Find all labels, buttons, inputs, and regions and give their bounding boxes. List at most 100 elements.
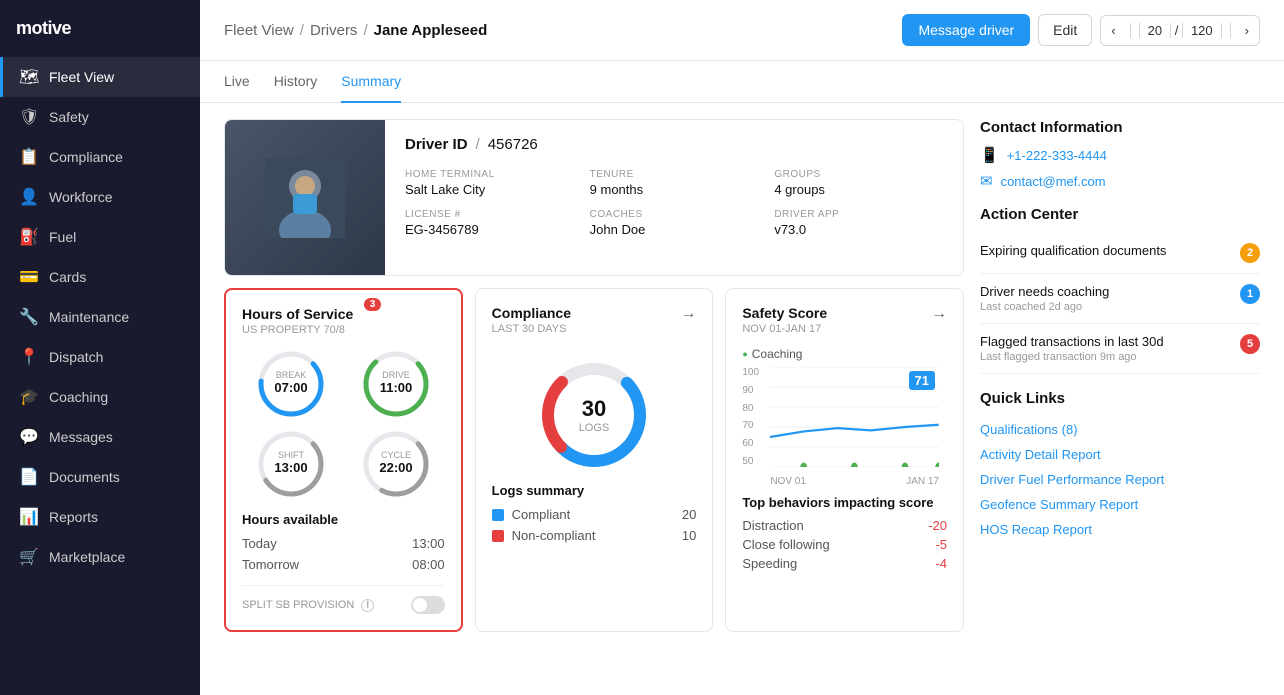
breadcrumb-sep1: /: [300, 22, 304, 39]
safety-icon: 🛡: [19, 107, 39, 127]
noncompliant-dot: [492, 530, 504, 542]
edit-button[interactable]: Edit: [1038, 14, 1092, 46]
speeding-label: Speeding: [742, 556, 797, 571]
sidebar-item-compliance[interactable]: 📋Compliance: [0, 137, 200, 177]
sidebar-item-label-coaching: Coaching: [49, 389, 108, 405]
sidebar-item-fleet-view[interactable]: 🗺Fleet View: [0, 57, 200, 97]
svg-text:22:00: 22:00: [379, 460, 412, 475]
license-label: LICENSE #: [405, 209, 574, 220]
sidebar-item-dispatch[interactable]: 📍Dispatch: [0, 337, 200, 377]
split-sb-info-icon: i: [361, 599, 374, 612]
svg-text:SHIFT: SHIFT: [278, 450, 305, 460]
compliance-icon: 📋: [19, 147, 39, 167]
sidebar-item-maintenance[interactable]: 🔧 Maintenance: [0, 297, 200, 337]
logs-legend: Logs summary Compliant 20 Non-compli: [492, 483, 697, 546]
contact-phone[interactable]: 📱 +1-222-333-4444: [980, 146, 1260, 164]
chart-x-labels: NOV 01 JAN 17: [770, 476, 939, 487]
compliant-value: 20: [682, 507, 696, 522]
quick-link-activity[interactable]: Activity Detail Report: [980, 442, 1260, 467]
hos-cycle-item: CYCLE 22:00: [347, 428, 444, 500]
content: Driver ID / 456726 HOME TERMINAL Salt La…: [200, 103, 1284, 695]
breadcrumb: Fleet View / Drivers / Jane Appleseed: [224, 22, 487, 39]
tomorrow-value: 08:00: [412, 557, 445, 572]
driver-id-label: Driver ID: [405, 136, 468, 153]
svg-text:07:00: 07:00: [274, 380, 307, 395]
score-badge: 71: [909, 371, 935, 390]
breadcrumb-drivers[interactable]: Drivers: [310, 22, 358, 39]
donut-sub: LOGS: [579, 422, 610, 434]
safety-arrow[interactable]: →: [931, 305, 947, 323]
y80: 80: [742, 403, 759, 414]
sidebar-item-documents[interactable]: 📄Documents: [0, 457, 200, 497]
tab-live[interactable]: Live: [224, 61, 250, 103]
behavior-close-following: Close following -5: [742, 535, 947, 554]
contact-email[interactable]: ✉ contact@mef.com: [980, 172, 1260, 190]
right-panel: Contact Information 📱 +1-222-333-4444 ✉ …: [980, 119, 1260, 679]
split-sb: SPLIT SB PROVISION i: [242, 585, 445, 614]
hours-tomorrow-row: Tomorrow 08:00: [242, 554, 445, 575]
coaching-text: Coaching: [752, 347, 803, 361]
compliance-title: Compliance: [492, 305, 571, 321]
sidebar-item-label-dispatch: Dispatch: [49, 349, 103, 365]
sidebar-item-cards[interactable]: 💳Cards: [0, 257, 200, 297]
action-transactions: Flagged transactions in last 30d Last fl…: [980, 324, 1260, 374]
maintenance-icon: 🔧: [19, 307, 39, 327]
y60: 60: [742, 438, 759, 449]
groups-value: 4 groups: [774, 182, 943, 197]
close-following-label: Close following: [742, 537, 829, 552]
sidebar-item-coaching[interactable]: 🎓Coaching: [0, 377, 200, 417]
tabs: Live History Summary: [200, 61, 1284, 103]
driver-app-label: DRIVER APP: [774, 209, 943, 220]
behavior-speeding: Speeding -4: [742, 554, 947, 573]
sidebar-item-reports[interactable]: 📊Reports: [0, 497, 200, 537]
hours-available-title: Hours available: [242, 512, 445, 527]
tab-history[interactable]: History: [274, 61, 318, 103]
sidebar-item-safety[interactable]: 🛡Safety: [0, 97, 200, 137]
quick-link-geofence[interactable]: Geofence Summary Report: [980, 492, 1260, 517]
safety-widget: Safety Score NOV 01-JAN 17 → ● Coaching …: [725, 288, 964, 632]
action-center: Action Center Expiring qualification doc…: [980, 206, 1260, 374]
sidebar-item-fuel[interactable]: ⛽Fuel: [0, 217, 200, 257]
sidebar-item-workforce[interactable]: 👤Workforce: [0, 177, 200, 217]
quick-link-fuel[interactable]: Driver Fuel Performance Report: [980, 467, 1260, 492]
hos-circles: BREAK 07:00 DRIVE 11:00: [242, 348, 445, 500]
tab-summary[interactable]: Summary: [341, 61, 401, 103]
action-qual-badge: 2: [1240, 243, 1260, 263]
breadcrumb-fleet-view[interactable]: Fleet View: [224, 22, 294, 39]
compliance-arrow[interactable]: →: [680, 305, 696, 323]
fleet-view-icon: 🗺: [19, 67, 39, 87]
noncompliant-label: Non-compliant: [512, 528, 596, 543]
next-driver-button[interactable]: ›: [1235, 16, 1259, 45]
sidebar-item-marketplace[interactable]: 🛒Marketplace: [0, 537, 200, 577]
close-following-value: -5: [935, 537, 947, 552]
compliance-title-row: Compliance LAST 30 DAYS →: [492, 305, 697, 347]
quick-link-hos[interactable]: HOS Recap Report: [980, 517, 1260, 542]
noncompliant-row: Non-compliant 10: [492, 525, 697, 546]
reports-icon: 📊: [19, 507, 39, 527]
hos-break-item: BREAK 07:00: [242, 348, 339, 420]
coaches-field: COACHES John Doe: [590, 209, 759, 237]
groups-field: GROUPS 4 groups: [774, 169, 943, 197]
compliant-label: Compliant: [512, 507, 571, 522]
contact-info-title: Contact Information: [980, 119, 1260, 136]
prev-driver-button[interactable]: ‹: [1101, 16, 1125, 45]
split-sb-toggle[interactable]: [411, 596, 445, 614]
nav-arrows: ‹ 20 / 120 ›: [1100, 15, 1260, 46]
logo-text: motive: [16, 18, 71, 38]
action-trans-badge: 5: [1240, 334, 1260, 354]
quick-link-qualifications[interactable]: Qualifications (8): [980, 417, 1260, 442]
hos-badge-container: Hours of Service 3: [242, 306, 353, 324]
message-driver-button[interactable]: Message driver: [902, 14, 1030, 46]
sidebar-item-label-maintenance: Maintenance: [49, 309, 129, 325]
compliant-dot: [492, 509, 504, 521]
drive-circle-svg: DRIVE 11:00: [360, 348, 432, 420]
action-coaching-main: Driver needs coaching: [980, 284, 1240, 299]
score-chart: 100 90 80 70 60 50: [742, 367, 947, 487]
left-panel: Driver ID / 456726 HOME TERMINAL Salt La…: [224, 119, 964, 679]
chart-y-labels: 100 90 80 70 60 50: [742, 367, 759, 467]
today-label: Today: [242, 536, 277, 551]
sidebar-item-messages[interactable]: 💬Messages: [0, 417, 200, 457]
breadcrumb-sep2: /: [363, 22, 367, 39]
marketplace-icon: 🛒: [19, 547, 39, 567]
speeding-value: -4: [935, 556, 947, 571]
